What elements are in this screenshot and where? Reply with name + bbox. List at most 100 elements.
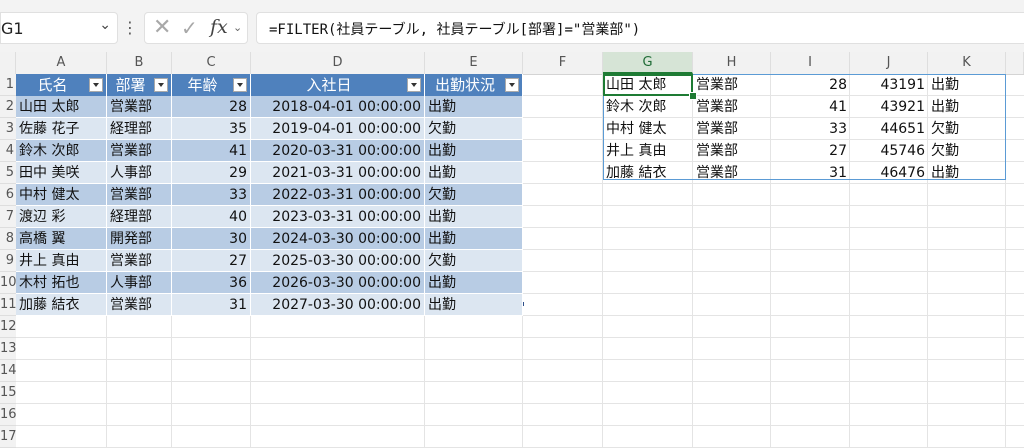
table-cell[interactable]: 営業部 [107, 140, 172, 162]
table-cell[interactable]: 36 [172, 272, 251, 294]
fx-chevron-down-icon[interactable]: ⌄ [233, 21, 242, 34]
row-header-8[interactable]: 8 [0, 228, 16, 250]
table-cell[interactable]: 31 [172, 294, 251, 316]
column-header-i[interactable]: I [771, 52, 850, 74]
table-cell[interactable]: 人事部 [107, 162, 172, 184]
row-header-15[interactable]: 15 [0, 382, 16, 404]
chevron-down-icon[interactable]: ⌄ [99, 17, 111, 33]
column-header-b[interactable]: B [107, 52, 172, 74]
column-header-a[interactable]: A [16, 52, 107, 74]
table-cell[interactable]: 2022-03-31 00:00:00 [251, 184, 425, 206]
table-cell[interactable]: 営業部 [107, 250, 172, 272]
table-cell[interactable]: 29 [172, 162, 251, 184]
table-cell[interactable]: 渡辺 彩 [16, 206, 107, 228]
table-cell[interactable]: 出勤 [425, 96, 523, 118]
row-header-4[interactable]: 4 [0, 140, 16, 162]
table-cell[interactable]: 40 [172, 206, 251, 228]
table-cell[interactable]: 山田 太郎 [16, 96, 107, 118]
table-cell[interactable]: 33 [172, 184, 251, 206]
spill-cell[interactable]: 43921 [850, 96, 928, 118]
table-cell[interactable]: 人事部 [107, 272, 172, 294]
spill-cell[interactable]: 営業部 [693, 96, 771, 118]
spill-cell[interactable]: 41 [771, 96, 850, 118]
table-cell[interactable]: 2026-03-30 00:00:00 [251, 272, 425, 294]
table-cell[interactable]: 鈴木 次郎 [16, 140, 107, 162]
row-header-9[interactable]: 9 [0, 250, 16, 272]
spill-cell[interactable]: 28 [771, 74, 850, 96]
table-cell[interactable]: 出勤 [425, 294, 523, 316]
row-header-16[interactable]: 16 [0, 404, 16, 426]
row-header-6[interactable]: 6 [0, 184, 16, 206]
table-cell[interactable]: 出勤 [425, 272, 523, 294]
row-header-12[interactable]: 12 [0, 316, 16, 338]
spill-cell[interactable]: 出勤 [928, 162, 1006, 184]
filter-dropdown-icon[interactable] [89, 78, 103, 92]
spill-cell[interactable]: 44651 [850, 118, 928, 140]
spill-cell[interactable]: 27 [771, 140, 850, 162]
table-cell[interactable]: 2027-03-30 00:00:00 [251, 294, 425, 316]
row-header-3[interactable]: 3 [0, 118, 16, 140]
column-header-f[interactable]: F [523, 52, 603, 74]
row-header-5[interactable]: 5 [0, 162, 16, 184]
table-cell[interactable]: 経理部 [107, 118, 172, 140]
table-cell[interactable]: 経理部 [107, 206, 172, 228]
table-header-5[interactable]: 出勤状況 [425, 74, 523, 96]
spill-cell[interactable]: 出勤 [928, 74, 1006, 96]
spill-cell[interactable]: 中村 健太 [603, 118, 693, 140]
table-cell[interactable]: 高橋 翼 [16, 228, 107, 250]
column-header-j[interactable]: J [850, 52, 928, 74]
filter-dropdown-icon[interactable] [233, 78, 247, 92]
table-cell[interactable]: 2019-04-01 00:00:00 [251, 118, 425, 140]
column-header-h[interactable]: H [693, 52, 771, 74]
spill-cell[interactable]: 欠勤 [928, 118, 1006, 140]
spill-cell[interactable]: 43191 [850, 74, 928, 96]
column-header-g[interactable]: G [603, 52, 693, 74]
spill-cell[interactable]: 鈴木 次郎 [603, 96, 693, 118]
table-cell[interactable]: 出勤 [425, 162, 523, 184]
table-cell[interactable]: 欠勤 [425, 118, 523, 140]
spill-cell[interactable]: 33 [771, 118, 850, 140]
column-header-c[interactable]: C [172, 52, 251, 74]
row-header-13[interactable]: 13 [0, 338, 16, 360]
table-cell[interactable]: 中村 健太 [16, 184, 107, 206]
row-header-7[interactable]: 7 [0, 206, 16, 228]
more-options-icon[interactable]: ⋮ [122, 14, 138, 42]
spill-cell[interactable]: 営業部 [693, 162, 771, 184]
check-icon[interactable]: ✓ [181, 16, 198, 40]
table-cell[interactable]: 営業部 [107, 294, 172, 316]
table-cell[interactable]: 出勤 [425, 206, 523, 228]
row-header-11[interactable]: 11 [0, 294, 16, 316]
select-all-corner[interactable] [0, 52, 16, 74]
filter-dropdown-icon[interactable] [407, 78, 421, 92]
row-header-2[interactable]: 2 [0, 96, 16, 118]
table-cell[interactable]: 2020-03-31 00:00:00 [251, 140, 425, 162]
table-cell[interactable]: 41 [172, 140, 251, 162]
table-header-4[interactable]: 入社日 [251, 74, 425, 96]
spill-cell[interactable]: 営業部 [693, 140, 771, 162]
table-cell[interactable]: 田中 美咲 [16, 162, 107, 184]
row-header-17[interactable]: 17 [0, 426, 16, 448]
cancel-icon[interactable]: ✕ [153, 15, 171, 40]
table-cell[interactable]: 2024-03-30 00:00:00 [251, 228, 425, 250]
table-cell[interactable]: 営業部 [107, 96, 172, 118]
table-cell[interactable]: 35 [172, 118, 251, 140]
table-header-3[interactable]: 年齢 [172, 74, 251, 96]
row-header-10[interactable]: 10 [0, 272, 16, 294]
name-box[interactable]: G1 ⌄ [0, 12, 118, 44]
table-cell[interactable]: 30 [172, 228, 251, 250]
column-header-k[interactable]: K [928, 52, 1006, 74]
table-cell[interactable]: 欠勤 [425, 184, 523, 206]
spill-cell[interactable]: 営業部 [693, 118, 771, 140]
spill-cell[interactable]: 45746 [850, 140, 928, 162]
table-cell[interactable]: 欠勤 [425, 250, 523, 272]
table-cell[interactable]: 井上 真由 [16, 250, 107, 272]
table-cell[interactable]: 加藤 結衣 [16, 294, 107, 316]
spill-cell[interactable]: 出勤 [928, 96, 1006, 118]
table-cell[interactable]: 営業部 [107, 184, 172, 206]
table-cell[interactable]: 出勤 [425, 228, 523, 250]
spill-cell[interactable]: 欠勤 [928, 140, 1006, 162]
column-header-d[interactable]: D [251, 52, 425, 74]
table-cell[interactable]: 2023-03-31 00:00:00 [251, 206, 425, 228]
table-cell[interactable]: 2018-04-01 00:00:00 [251, 96, 425, 118]
spill-cell[interactable]: 31 [771, 162, 850, 184]
